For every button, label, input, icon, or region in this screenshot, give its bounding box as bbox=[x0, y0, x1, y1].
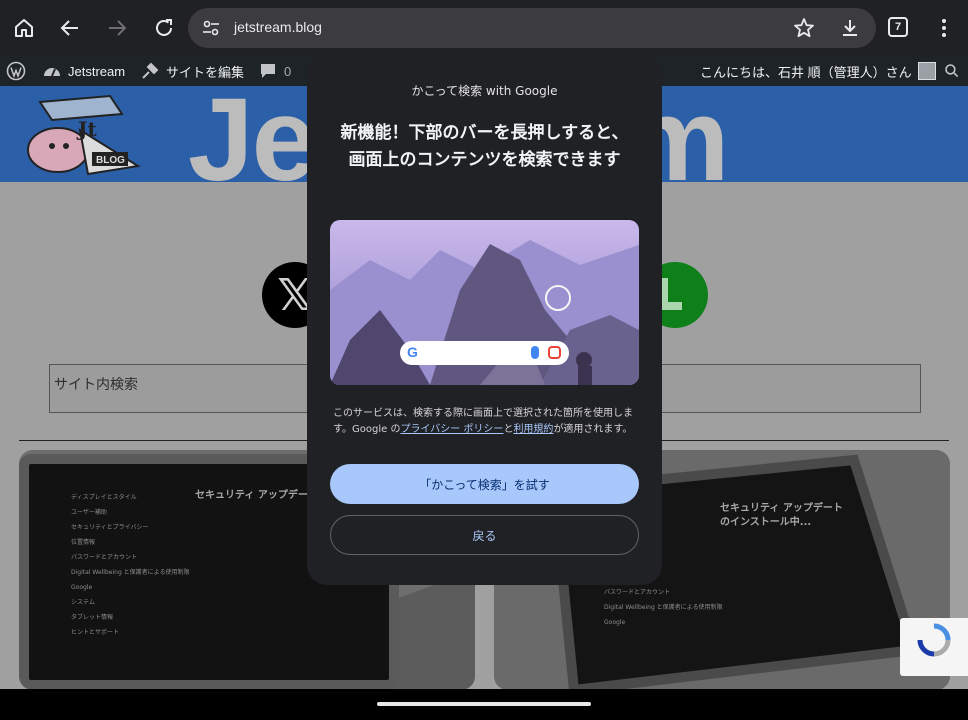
update-heading: セキュリティ アップデートのインストール中... bbox=[720, 503, 843, 528]
account-greeting: こんにちは、石井 順（管理人）さん bbox=[700, 64, 912, 80]
google-lens-icon bbox=[548, 346, 561, 359]
terms-link[interactable]: 利用規約 bbox=[513, 424, 553, 435]
site-name-menu[interactable]: Jetstream bbox=[42, 56, 125, 86]
my-account-menu[interactable]: こんにちは、石井 順（管理人）さん bbox=[700, 56, 936, 86]
wordpress-icon bbox=[6, 61, 26, 81]
desc-suffix: が適用されます。 bbox=[553, 424, 633, 435]
search-icon bbox=[945, 64, 959, 78]
back-icon bbox=[60, 20, 78, 36]
admin-search-button[interactable] bbox=[944, 56, 960, 86]
settings-menu-text: ディスプレイとスタイル ユーザー補助 セキュリティとプライバシー 位置情報 パス… bbox=[71, 494, 190, 636]
home-button[interactable] bbox=[6, 10, 42, 46]
address-bar[interactable]: jetstream.blog bbox=[188, 8, 876, 48]
comments-link[interactable]: 0 bbox=[258, 56, 291, 86]
dialog-description: このサービスは、検索する際に画面上で選択された箇所を使用します。Google の… bbox=[333, 406, 639, 438]
screen: jetstream.blog 7 Jetstream サイトを編集 0 こんにち… bbox=[0, 0, 968, 720]
back-button-dialog[interactable]: 戻る bbox=[330, 515, 639, 555]
tab-switcher-icon[interactable]: 7 bbox=[888, 17, 908, 37]
forward-button[interactable] bbox=[99, 10, 135, 46]
brush-icon bbox=[142, 62, 159, 79]
svg-text:Jt: Jt bbox=[76, 117, 97, 141]
dialog-title: 新機能！下部のバーを長押しすると、画面上のコンテンツを検索できます bbox=[340, 123, 629, 170]
jetstream-blog-logo: BLOG Jt bbox=[16, 94, 144, 178]
privacy-policy-link[interactable]: プライバシー ポリシー bbox=[400, 424, 503, 435]
microphone-icon bbox=[531, 346, 539, 359]
desc-middle: と bbox=[503, 424, 514, 435]
reload-icon bbox=[156, 19, 172, 36]
circle-to-search-dialog: かこって検索 with Google 新機能！下部のバーを長押しすると、画面上の… bbox=[307, 54, 662, 585]
wp-logo-menu[interactable] bbox=[6, 56, 26, 86]
circle-selection-indicator bbox=[545, 285, 571, 311]
dialog-header: かこって検索 with Google bbox=[411, 84, 558, 98]
svg-text:BLOG: BLOG bbox=[96, 155, 125, 166]
overflow-menu-button[interactable] bbox=[926, 10, 962, 46]
bookmark-star-icon[interactable] bbox=[792, 16, 816, 40]
comments-count: 0 bbox=[284, 63, 292, 79]
recaptcha-icon bbox=[917, 623, 951, 657]
recaptcha-badge[interactable] bbox=[900, 618, 968, 676]
forward-icon bbox=[109, 20, 127, 36]
home-icon bbox=[15, 19, 33, 37]
google-g-icon: G bbox=[407, 344, 418, 360]
edit-site-link[interactable]: サイトを編集 bbox=[140, 56, 244, 86]
back-button[interactable] bbox=[52, 10, 88, 46]
download-icon[interactable] bbox=[838, 16, 862, 40]
url-text: jetstream.blog bbox=[234, 19, 322, 35]
site-name: Jetstream bbox=[68, 63, 126, 79]
browser-toolbar: jetstream.blog 7 bbox=[0, 0, 968, 56]
overflow-menu-icon bbox=[942, 19, 946, 37]
try-circle-to-search-button[interactable]: 「かこって検索」を試す bbox=[330, 464, 639, 504]
site-settings-icon[interactable] bbox=[200, 17, 222, 39]
edit-site-label: サイトを編集 bbox=[166, 64, 245, 80]
dashboard-icon bbox=[44, 68, 60, 77]
google-search-bar: G bbox=[400, 341, 569, 365]
reload-button[interactable] bbox=[146, 10, 182, 46]
comment-icon bbox=[261, 64, 275, 78]
gesture-handle[interactable] bbox=[377, 702, 591, 706]
avatar bbox=[917, 62, 936, 80]
dialog-illustration: G bbox=[330, 220, 639, 385]
navigation-bar bbox=[0, 689, 968, 720]
